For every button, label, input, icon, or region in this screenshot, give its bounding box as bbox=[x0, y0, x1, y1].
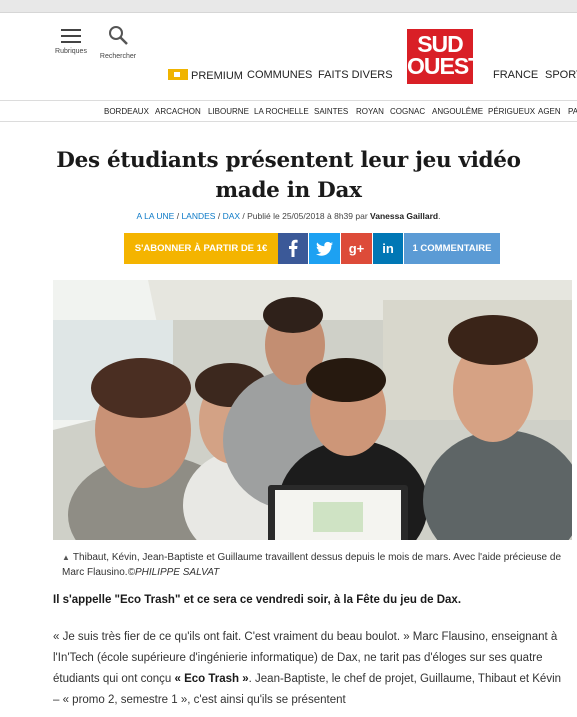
rubriques-label: Rubriques bbox=[55, 48, 87, 55]
breadcrumb-a-la-une[interactable]: A LA UNE bbox=[137, 211, 175, 221]
facebook-icon bbox=[289, 239, 298, 257]
city-angouleme[interactable]: ANGOULÊME bbox=[432, 107, 483, 116]
nav-sport[interactable]: SPORT bbox=[545, 69, 577, 81]
body-bold: « Eco Trash » bbox=[174, 673, 249, 685]
article-title: Des étudiants présentent leur jeu vidéo … bbox=[56, 148, 521, 203]
cities-nav: BORDEAUX ARCACHON LIBOURNE LA ROCHELLE S… bbox=[0, 101, 577, 122]
nav-communes[interactable]: COMMUNES bbox=[247, 69, 312, 81]
browser-top-strip bbox=[0, 0, 577, 13]
twitter-share-button[interactable] bbox=[309, 233, 340, 264]
author-name[interactable]: Vanessa Gaillard bbox=[370, 211, 438, 221]
nav-france[interactable]: FRANCE bbox=[493, 69, 538, 81]
nav-premium-label: PREMIUM bbox=[191, 70, 243, 82]
rechercher-label: Rechercher bbox=[99, 53, 137, 60]
city-agen[interactable]: AGEN bbox=[538, 107, 561, 116]
linkedin-icon: in bbox=[382, 241, 394, 256]
site-header: Rubriques Rechercher SUD OUEST PREMIUM C… bbox=[0, 13, 577, 99]
city-pa[interactable]: PA bbox=[568, 107, 577, 116]
city-arcachon[interactable]: ARCACHON bbox=[155, 107, 201, 116]
nav-faits-divers[interactable]: FAITS DIVERS bbox=[318, 69, 393, 81]
city-perigueux[interactable]: PÉRIGUEUX bbox=[488, 107, 535, 116]
city-la-rochelle[interactable]: LA ROCHELLE bbox=[254, 107, 309, 116]
googleplus-icon: g+ bbox=[348, 241, 365, 256]
twitter-icon bbox=[316, 241, 333, 256]
rubriques-menu-button[interactable]: Rubriques bbox=[52, 28, 90, 55]
hamburger-icon bbox=[61, 28, 81, 44]
city-cognac[interactable]: COGNAC bbox=[390, 107, 425, 116]
comments-button[interactable]: 1 COMMENTAIRE bbox=[404, 233, 500, 264]
city-saintes[interactable]: SAINTES bbox=[314, 107, 348, 116]
caption-credit: ©PHILIPPE SALVAT bbox=[127, 567, 220, 578]
linkedin-share-button[interactable]: in bbox=[373, 233, 403, 264]
logo-line1: SUD bbox=[417, 31, 464, 57]
facebook-share-button[interactable] bbox=[278, 233, 308, 264]
city-bordeaux[interactable]: BORDEAUX bbox=[104, 107, 149, 116]
photo-illustration bbox=[53, 280, 572, 540]
city-royan[interactable]: ROYAN bbox=[356, 107, 384, 116]
article-body: « Je suis très fier de ce qu'ils ont fai… bbox=[53, 627, 569, 711]
premium-icon bbox=[168, 69, 188, 80]
nav-premium[interactable]: PREMIUM bbox=[168, 69, 243, 82]
search-button[interactable]: Rechercher bbox=[96, 25, 140, 60]
caption-triangle-icon: ▲ bbox=[62, 553, 70, 562]
search-icon bbox=[109, 26, 128, 45]
breadcrumb-dax[interactable]: DAX bbox=[223, 211, 240, 221]
googleplus-share-button[interactable]: g+ bbox=[341, 233, 372, 264]
logo-line2: OUEST bbox=[407, 53, 482, 79]
city-libourne[interactable]: LIBOURNE bbox=[208, 107, 249, 116]
photo-caption: ▲ Thibaut, Kévin, Jean-Baptiste et Guilla… bbox=[62, 550, 562, 580]
article-photo[interactable] bbox=[53, 280, 572, 540]
breadcrumb-landes[interactable]: LANDES bbox=[181, 211, 215, 221]
article-byline: A LA UNE / LANDES / DAX / Publié le 25/0… bbox=[136, 211, 441, 221]
article-lead: Il s'appelle "Eco Trash" et ce sera ce v… bbox=[53, 594, 462, 606]
published-date: Publié le 25/05/2018 à 8h39 par bbox=[247, 211, 368, 221]
subscribe-button[interactable]: S'ABONNER À PARTIR DE 1€ bbox=[124, 233, 278, 264]
sud-ouest-logo[interactable]: SUD OUEST bbox=[407, 29, 482, 84]
